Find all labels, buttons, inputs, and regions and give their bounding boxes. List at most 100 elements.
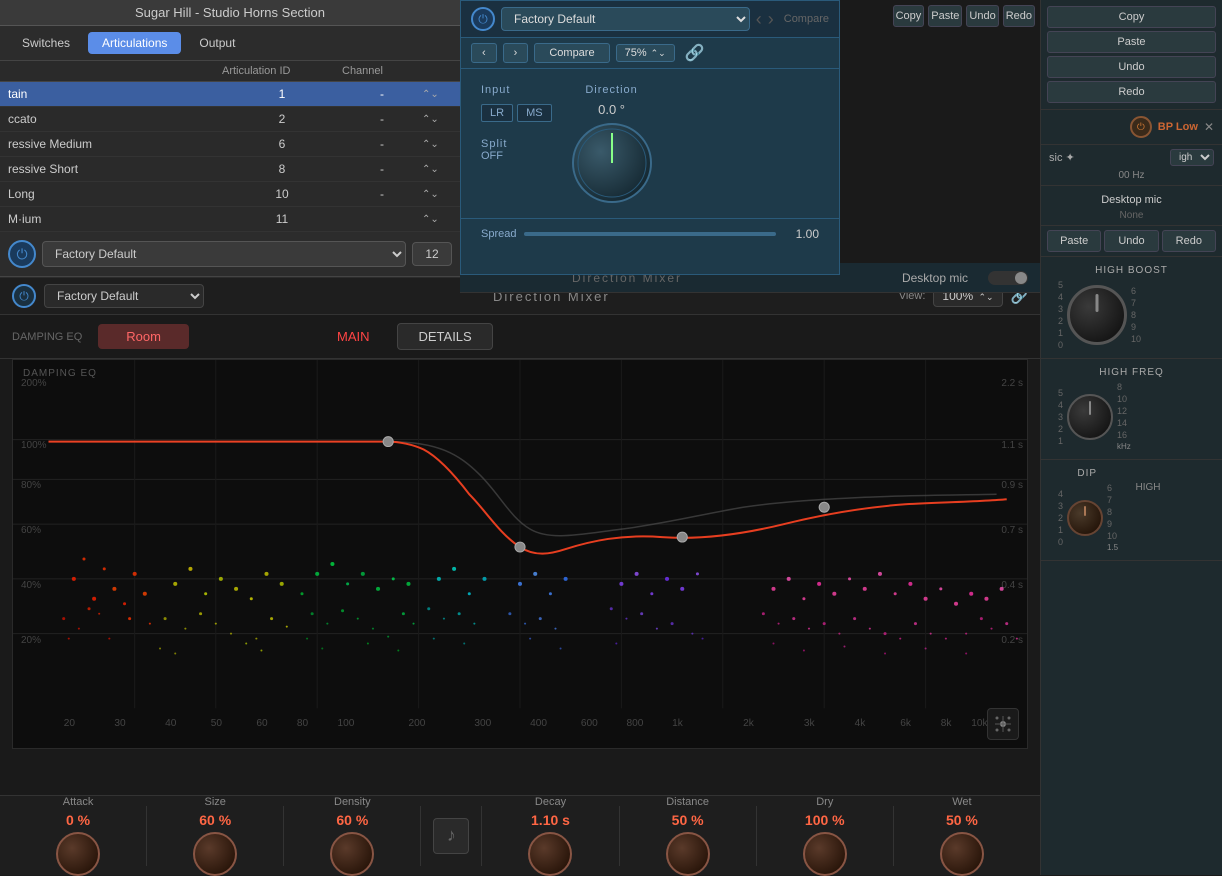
ms-button[interactable]: MS bbox=[517, 104, 552, 122]
table-row[interactable]: M·ium 11 ⌃⌄ bbox=[0, 207, 460, 232]
tab-articulations[interactable]: Articulations bbox=[88, 32, 181, 54]
table-row[interactable]: ressive Medium 6 - ⌃⌄ bbox=[0, 132, 460, 157]
table-row[interactable]: Long 10 - ⌃⌄ bbox=[0, 182, 460, 207]
svg-text:600: 600 bbox=[581, 718, 598, 729]
param-icon-col: ♪ bbox=[421, 818, 481, 854]
scale-right-freq: 8 10 12 14 16 kHz bbox=[1117, 382, 1133, 451]
scale-right: 6 7 8 9 10 bbox=[1131, 286, 1147, 344]
attack-knob[interactable] bbox=[56, 832, 100, 876]
r-copy-button[interactable]: Copy bbox=[1047, 6, 1216, 28]
size-knob[interactable] bbox=[193, 832, 237, 876]
tabs-row: Switches Articulations Output bbox=[0, 26, 460, 61]
bp-low-section: ⏻ BP Low ✕ bbox=[1041, 110, 1222, 145]
param-wet: Wet 50 % bbox=[894, 796, 1030, 876]
r-undo-button[interactable]: Undo bbox=[1047, 56, 1216, 78]
damping-eq-label: DAMPING EQ bbox=[12, 331, 82, 343]
r-redo-button[interactable]: Redo bbox=[1047, 81, 1216, 103]
table-row[interactable]: ccato 2 - ⌃⌄ bbox=[0, 107, 460, 132]
spread-slider[interactable] bbox=[524, 232, 776, 236]
decay-label: Decay bbox=[535, 796, 566, 808]
svg-text:2k: 2k bbox=[743, 718, 755, 729]
art-arrows: ⌃⌄ bbox=[422, 164, 452, 175]
dip-title: DIP bbox=[1047, 468, 1128, 479]
distance-knob[interactable] bbox=[666, 832, 710, 876]
table-row[interactable]: tain 1 - ⌃⌄ bbox=[0, 82, 460, 107]
tab-output[interactable]: Output bbox=[185, 32, 249, 54]
high-label: HIGH bbox=[1136, 468, 1217, 552]
art-id: 6 bbox=[222, 137, 342, 151]
overlay-redo[interactable]: Redo bbox=[1003, 5, 1035, 27]
desktop-mic-name: Desktop mic bbox=[902, 271, 968, 285]
svg-text:1k: 1k bbox=[672, 718, 684, 729]
art-id: 8 bbox=[222, 162, 342, 176]
dry-knob[interactable] bbox=[803, 832, 847, 876]
overlay-copy[interactable]: Copy bbox=[893, 5, 925, 27]
plugin-body: Input LR MS Split OFF Direction 0.0 ° bbox=[461, 69, 839, 218]
basic-high-section: sic ✦ igh 00 Hz bbox=[1041, 145, 1222, 186]
art-id: 11 bbox=[222, 212, 342, 226]
table-row[interactable]: ressive Short 8 - ⌃⌄ bbox=[0, 157, 460, 182]
decay-knob[interactable] bbox=[528, 832, 572, 876]
zoom-control[interactable]: 75% ⌃⌄ bbox=[616, 44, 675, 62]
power-button[interactable]: ⏻ bbox=[8, 240, 36, 268]
next-btn[interactable]: › bbox=[503, 43, 529, 63]
art-arrows: ⌃⌄ bbox=[422, 139, 452, 150]
input-section: Input LR MS Split OFF bbox=[481, 84, 552, 203]
distance-value: 50 % bbox=[672, 812, 704, 828]
lr-ms-row: LR MS bbox=[481, 104, 552, 122]
dm-power-button[interactable]: ⏻ bbox=[12, 284, 36, 308]
preset-number: 12 bbox=[412, 242, 452, 266]
overlay-undo[interactable]: Undo bbox=[966, 5, 998, 27]
overlay-paste[interactable]: Paste bbox=[928, 5, 962, 27]
dip-knob[interactable] bbox=[1067, 500, 1103, 536]
preset-row: ⏻ Factory Default 12 bbox=[0, 232, 460, 277]
dip-section: DIP 4 3 2 1 0 6 7 8 9 10 bbox=[1041, 460, 1222, 561]
tab-details[interactable]: DETAILS bbox=[397, 323, 492, 350]
r-redo2-button[interactable]: Redo bbox=[1162, 230, 1216, 252]
split-label: Split bbox=[481, 138, 552, 150]
svg-text:800: 800 bbox=[626, 718, 643, 729]
tab-main[interactable]: MAIN bbox=[317, 324, 390, 349]
art-id: 10 bbox=[222, 187, 342, 201]
density-knob[interactable] bbox=[330, 832, 374, 876]
r-paste2-button[interactable]: Paste bbox=[1047, 230, 1101, 252]
toggle-switch[interactable] bbox=[988, 271, 1028, 285]
svg-text:10k: 10k bbox=[971, 718, 988, 729]
direction-knob[interactable] bbox=[572, 123, 652, 203]
tab-switches[interactable]: Switches bbox=[8, 32, 84, 54]
direction-label: Direction bbox=[585, 84, 637, 96]
power-icon-2[interactable]: ⏻ bbox=[1130, 116, 1152, 138]
art-channel: - bbox=[342, 187, 422, 201]
dm-preset-dropdown[interactable]: Factory Default bbox=[44, 284, 204, 308]
link-icon[interactable]: 🔗 bbox=[685, 43, 705, 63]
prev-btn[interactable]: ‹ bbox=[471, 43, 497, 63]
wet-knob[interactable] bbox=[940, 832, 984, 876]
plugin-chevron-right-icon[interactable]: › bbox=[768, 9, 774, 30]
dip-scale-right: 6 7 8 9 10 1.5 bbox=[1107, 483, 1123, 552]
col-articulation-id: Articulation ID bbox=[222, 65, 342, 77]
compare-label-top: Compare bbox=[784, 13, 829, 25]
plugin-preset-dropdown[interactable]: Factory Default bbox=[501, 7, 750, 31]
plugin-power-button[interactable]: ⏻ bbox=[471, 7, 495, 31]
close-icon[interactable]: ✕ bbox=[1204, 120, 1214, 134]
high-boost-knob[interactable] bbox=[1067, 285, 1127, 345]
sparkle-icon[interactable] bbox=[987, 708, 1019, 740]
split-value: OFF bbox=[481, 150, 552, 162]
direction-knob-svg bbox=[574, 125, 650, 201]
param-distance: Distance 50 % bbox=[620, 796, 756, 876]
art-name: ressive Medium bbox=[8, 137, 222, 151]
preset-dropdown[interactable]: Factory Default bbox=[42, 241, 406, 267]
compare-button-plugin[interactable]: Compare bbox=[534, 43, 609, 63]
zoom-arrows: ⌃⌄ bbox=[651, 48, 666, 59]
r-paste-button[interactable]: Paste bbox=[1047, 31, 1216, 53]
params-bar: Attack 0 % Size 60 % Density 60 % ♪ Deca… bbox=[0, 795, 1040, 875]
lr-button[interactable]: LR bbox=[481, 104, 513, 122]
dry-label: Dry bbox=[816, 796, 833, 808]
high-boost-body: 5 4 3 2 1 0 6 7 8 9 10 bbox=[1047, 280, 1216, 350]
high-dropdown[interactable]: igh bbox=[1170, 149, 1214, 166]
high-freq-knob[interactable] bbox=[1067, 394, 1113, 440]
right-panel: Copy Paste Undo Redo ⏻ BP Low ✕ sic ✦ ig… bbox=[1040, 0, 1222, 875]
plugin-chevron-left-icon[interactable]: ‹ bbox=[756, 9, 762, 30]
tab-room[interactable]: Room bbox=[98, 324, 189, 349]
r-undo2-button[interactable]: Undo bbox=[1104, 230, 1158, 252]
